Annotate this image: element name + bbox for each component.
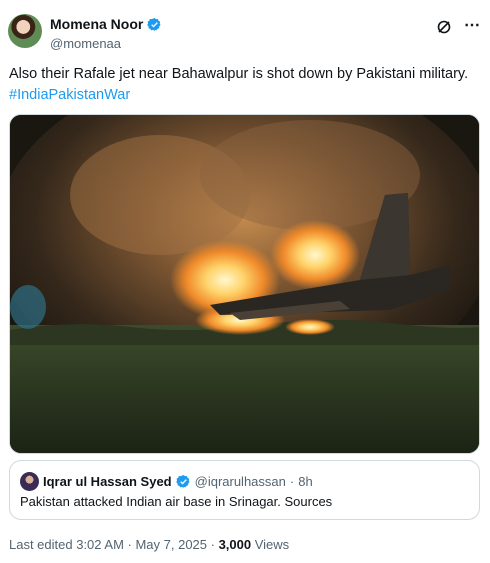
tweet-photo[interactable]	[9, 114, 480, 454]
quoted-tweet-time: 8h	[298, 474, 313, 489]
quoted-author-handle: @iqrarulhassan	[194, 474, 286, 489]
separator-dot: ·	[289, 474, 295, 489]
tweet-text: Also their Rafale jet near Bahawalpur is…	[9, 64, 481, 106]
quoted-author-avatar	[20, 472, 39, 491]
views-label: Views	[251, 537, 290, 552]
quoted-author-name: Iqrar ul Hassan Syed	[43, 474, 172, 489]
views-count: 3,000	[218, 537, 252, 552]
verified-badge-icon	[147, 17, 161, 31]
edited-timestamp[interactable]: Last edited 3:02 AM · May 7, 2025 ·	[9, 537, 219, 552]
author-name-row: Momena Noor	[50, 16, 162, 32]
author-avatar[interactable]	[8, 14, 42, 48]
author-display-name[interactable]: Momena Noor	[50, 16, 143, 32]
grok-icon[interactable]	[436, 19, 452, 35]
tweet-header: Momena Noor @momenaa ⋯	[8, 10, 482, 54]
hashtag-link[interactable]: #IndiaPakistanWar	[9, 87, 130, 103]
quoted-tweet-header: Iqrar ul Hassan Syed @iqrarulhassan · 8h	[20, 472, 313, 491]
verified-badge-icon	[175, 474, 190, 489]
tweet-meta: Last edited 3:02 AM · May 7, 2025 · 3,00…	[9, 537, 289, 552]
tweet-body: Also their Rafale jet near Bahawalpur is…	[9, 66, 469, 82]
quoted-tweet[interactable]: Iqrar ul Hassan Syed @iqrarulhassan · 8h…	[9, 460, 480, 520]
author-handle[interactable]: @momenaa	[50, 36, 121, 51]
quoted-tweet-text: Pakistan attacked Indian air base in Sri…	[20, 494, 333, 509]
more-icon[interactable]: ⋯	[464, 15, 480, 35]
burning-jet-photo	[10, 115, 479, 453]
